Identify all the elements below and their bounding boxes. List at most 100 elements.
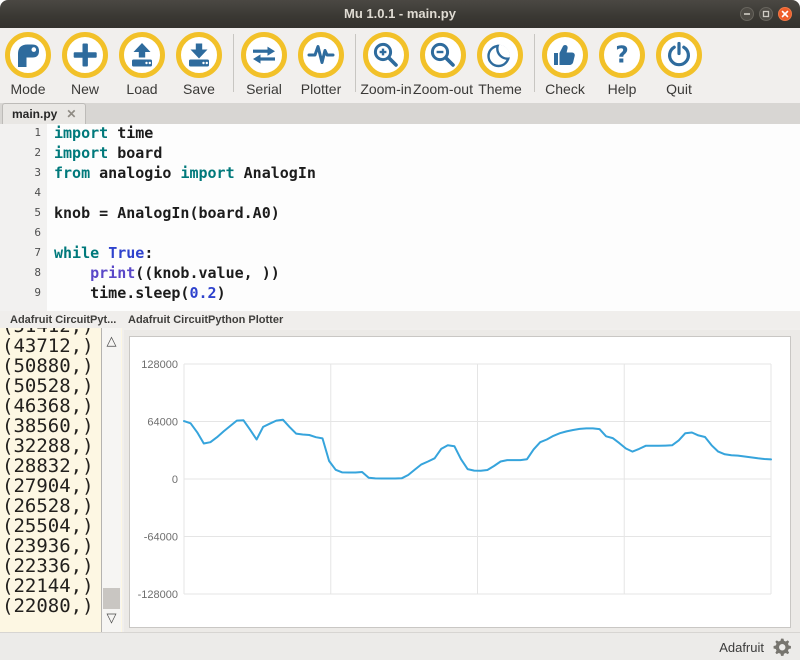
code-area[interactable]: import timeimport boardfrom analogio imp… [47, 124, 800, 311]
theme-icon-circle [477, 32, 523, 78]
toolbar-label-plotter: Plotter [301, 81, 341, 97]
serial-line: (26528,) [2, 496, 94, 516]
svg-text:64000: 64000 [147, 417, 178, 429]
scroll-up-arrow[interactable]: △ [102, 333, 121, 349]
line-number: 6 [0, 223, 41, 243]
code-line [54, 223, 800, 243]
serial-line: (38560,) [2, 416, 94, 436]
toolbar: ModeNewLoadSaveSerialPlotterZoom-inZoom-… [0, 28, 800, 103]
serial-line: (46368,) [2, 396, 94, 416]
check-icon [549, 39, 581, 71]
svg-text:?: ? [615, 43, 628, 69]
toolbar-label-save: Save [183, 81, 215, 97]
zoom-in-icon [370, 39, 402, 71]
code-line: knob = AnalogIn(board.A0) [54, 203, 800, 223]
toolbar-label-zoom-in: Zoom-in [360, 81, 411, 97]
theme-icon [484, 39, 516, 71]
svg-text:-64000: -64000 [144, 532, 178, 544]
status-bar: Adafruit [0, 632, 800, 660]
toolbar-button-save[interactable]: Save [173, 32, 225, 97]
serial-line: (22080,) [2, 596, 94, 616]
line-number: 4 [0, 183, 41, 203]
serial-line: (22336,) [2, 556, 94, 576]
code-line: from analogio import AnalogIn [54, 163, 800, 183]
help-icon-circle: ? [599, 32, 645, 78]
plotter-icon [305, 39, 337, 71]
line-number: 9 [0, 283, 41, 303]
maximize-icon [761, 9, 771, 19]
serial-pane-title: Adafruit CircuitPyt... [10, 314, 116, 326]
serial-scrollbar[interactable]: △ ▽ [101, 328, 121, 632]
line-number: 3 [0, 163, 41, 183]
load-icon [126, 39, 158, 71]
mode-icon [12, 39, 44, 71]
toolbar-button-mode[interactable]: Mode [2, 32, 54, 97]
toolbar-label-quit: Quit [666, 81, 692, 97]
serial-line: (50880,) [2, 356, 94, 376]
toolbar-label-serial: Serial [246, 81, 282, 97]
zoom-out-icon-circle [420, 32, 466, 78]
code-line: import time [54, 124, 800, 143]
toolbar-button-theme[interactable]: Theme [474, 32, 526, 97]
toolbar-label-load: Load [126, 81, 157, 97]
code-line: import board [54, 143, 800, 163]
serial-line: (32288,) [2, 436, 94, 456]
toolbar-label-mode: Mode [10, 81, 45, 97]
maximize-button[interactable] [759, 7, 773, 21]
toolbar-button-zoom-in[interactable]: Zoom-in [360, 32, 412, 97]
line-number-gutter: 123456789 [0, 124, 47, 311]
toolbar-separator [534, 34, 535, 92]
scroll-thumb[interactable] [103, 588, 120, 609]
save-icon-circle [176, 32, 222, 78]
toolbar-button-plotter[interactable]: Plotter [295, 32, 347, 97]
status-mode-label: Adafruit [719, 640, 764, 655]
window-title: Mu 1.0.1 - main.py [0, 0, 800, 28]
serial-line: (23936,) [2, 536, 94, 556]
serial-line: (50528,) [2, 376, 94, 396]
close-icon [780, 9, 790, 19]
plotter-chart: 128000 64000 0 -64000 -128000 [130, 337, 790, 627]
plotter-pane-title: Adafruit CircuitPython Plotter [128, 314, 283, 326]
toolbar-separator [233, 34, 234, 92]
plotter-pane: 128000 64000 0 -64000 -128000 [124, 330, 800, 632]
line-number: 2 [0, 143, 41, 163]
toolbar-button-new[interactable]: New [59, 32, 111, 97]
toolbar-label-zoom-out: Zoom-out [413, 81, 473, 97]
toolbar-label-check: Check [545, 81, 585, 97]
minimize-icon [742, 9, 752, 19]
toolbar-button-serial[interactable]: Serial [238, 32, 290, 97]
load-icon-circle [119, 32, 165, 78]
minimize-button[interactable] [740, 7, 754, 21]
svg-text:128000: 128000 [141, 359, 178, 371]
tab-label: main.py [12, 107, 57, 121]
svg-text:0: 0 [172, 474, 178, 486]
zoom-out-icon [427, 39, 459, 71]
toolbar-button-check[interactable]: Check [539, 32, 591, 97]
save-icon [183, 39, 215, 71]
mode-icon-circle [5, 32, 51, 78]
line-number: 1 [0, 124, 41, 143]
close-button[interactable] [778, 7, 792, 21]
window-controls [740, 7, 792, 21]
serial-line: (25504,) [2, 516, 94, 536]
titlebar[interactable]: Mu 1.0.1 - main.py [0, 0, 800, 28]
code-line: while True: [54, 243, 800, 263]
scroll-down-arrow[interactable]: ▽ [102, 610, 121, 626]
svg-text:-128000: -128000 [138, 589, 178, 601]
dock-headers: Adafruit CircuitPyt... Adafruit CircuitP… [0, 311, 800, 328]
toolbar-button-load[interactable]: Load [116, 32, 168, 97]
serial-line: (28832,) [2, 456, 94, 476]
serial-line: (43712,) [2, 336, 94, 356]
toolbar-button-zoom-out[interactable]: Zoom-out [417, 32, 469, 97]
code-editor: 123456789 import timeimport boardfrom an… [0, 124, 800, 311]
line-number: 5 [0, 203, 41, 223]
toolbar-button-help[interactable]: ?Help [596, 32, 648, 97]
serial-icon-circle [241, 32, 287, 78]
new-icon [69, 39, 101, 71]
settings-gear-icon[interactable] [772, 637, 793, 658]
tab-main-py[interactable]: main.py ✕ [2, 103, 86, 124]
code-line: print((knob.value, )) [54, 263, 800, 283]
toolbar-button-quit[interactable]: Quit [653, 32, 705, 97]
toolbar-label-new: New [71, 81, 99, 97]
tab-close-icon[interactable]: ✕ [66, 107, 76, 121]
